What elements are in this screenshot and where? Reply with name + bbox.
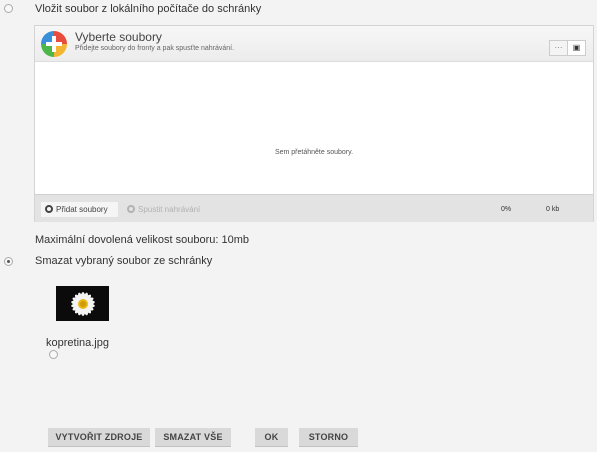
daisy-flower-image[interactable] [56,286,109,321]
add-icon [45,205,53,213]
upload-option-label: Vložit soubor z lokálního počítače do sc… [35,3,262,15]
list-view-button[interactable]: ⋯ [549,40,568,56]
uploader-footer: Přidat soubory Spustit nahrávání 0% 0 kb [35,194,593,222]
upload-progress: 0% [501,206,512,213]
uploader-header: Vyberte soubory Přidejte soubory do fron… [35,26,593,62]
upload-icon [127,205,135,213]
cancel-button[interactable]: STORNO [299,428,358,447]
file-select-radio[interactable] [49,350,58,359]
ok-button[interactable]: OK [255,428,288,447]
max-size-text: Maximální dovolená velikost souboru: 10m… [35,234,250,246]
start-upload-button[interactable]: Spustit nahrávání [123,202,211,217]
file-name: kopretina.jpg [46,337,109,349]
add-plus-icon [41,31,67,57]
upload-option-radio[interactable] [4,4,13,13]
delete-all-button[interactable]: SMAZAT VŠE [155,428,231,447]
uploader-title: Vyberte soubory [75,30,162,44]
start-upload-label: Spustit nahrávání [138,205,201,214]
add-files-button[interactable]: Přidat soubory [41,202,118,217]
drop-zone[interactable]: Sem přetáhněte soubory. [35,63,593,194]
upload-size: 0 kb [546,206,560,213]
delete-option-radio[interactable] [4,257,13,266]
delete-option-label: Smazat vybraný soubor ze schránky [35,255,213,267]
file-uploader: Vyberte soubory Přidejte soubory do fron… [34,25,594,222]
uploader-subtitle: Přidejte soubory do fronty a pak spusťte… [75,45,235,52]
add-files-label: Přidat soubory [56,205,108,214]
drop-zone-text: Sem přetáhněte soubory. [274,149,354,156]
thumbnail-view-button[interactable]: ▣ [567,40,586,56]
create-resources-button[interactable]: VYTVOŘIT ZDROJE [48,428,150,447]
